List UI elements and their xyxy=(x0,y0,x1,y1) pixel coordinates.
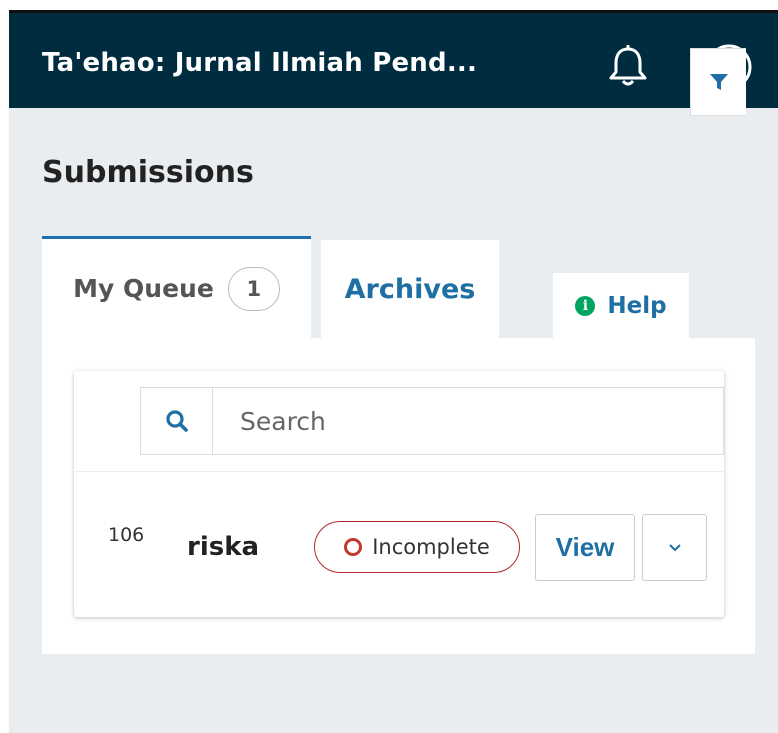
frame-edge-left xyxy=(0,0,9,733)
filter-icon xyxy=(709,74,728,90)
status-label: Incomplete xyxy=(372,535,490,559)
incomplete-status-icon xyxy=(344,538,363,556)
submissions-list-card: 106 riska Incomplete View xyxy=(74,371,724,617)
tab-my-queue[interactable]: My Queue 1 xyxy=(42,236,311,338)
tab-my-queue-label: My Queue xyxy=(73,274,214,303)
info-icon: i xyxy=(575,296,596,316)
search-bar xyxy=(140,387,724,455)
filter-button[interactable] xyxy=(690,48,746,116)
tab-archives-label: Archives xyxy=(344,273,476,305)
app-header: Ta'ehao: Jurnal Ilmiah Pend... xyxy=(9,10,778,108)
journal-title[interactable]: Ta'ehao: Jurnal Ilmiah Pend... xyxy=(42,48,477,78)
expand-button[interactable] xyxy=(642,514,707,581)
page-title: Submissions xyxy=(42,155,254,190)
tab-archives[interactable]: Archives xyxy=(321,240,499,338)
help-button[interactable]: i Help xyxy=(553,273,689,339)
search-input[interactable] xyxy=(215,388,720,454)
divider xyxy=(74,471,724,472)
queue-count-badge: 1 xyxy=(227,266,280,311)
search-icon[interactable] xyxy=(141,388,213,454)
frame-edge-top xyxy=(0,0,778,10)
submissions-panel: 106 riska Incomplete View xyxy=(42,338,755,654)
status-badge: Incomplete xyxy=(314,521,520,573)
main-content: Submissions My Queue 1 Archives i Help S… xyxy=(9,108,778,733)
submission-id: 106 xyxy=(108,524,145,546)
submission-author[interactable]: riska xyxy=(187,532,259,562)
chevron-down-icon xyxy=(668,543,681,551)
bell-icon[interactable] xyxy=(603,41,653,91)
help-label: Help xyxy=(607,293,667,319)
view-button[interactable]: View xyxy=(535,514,635,581)
